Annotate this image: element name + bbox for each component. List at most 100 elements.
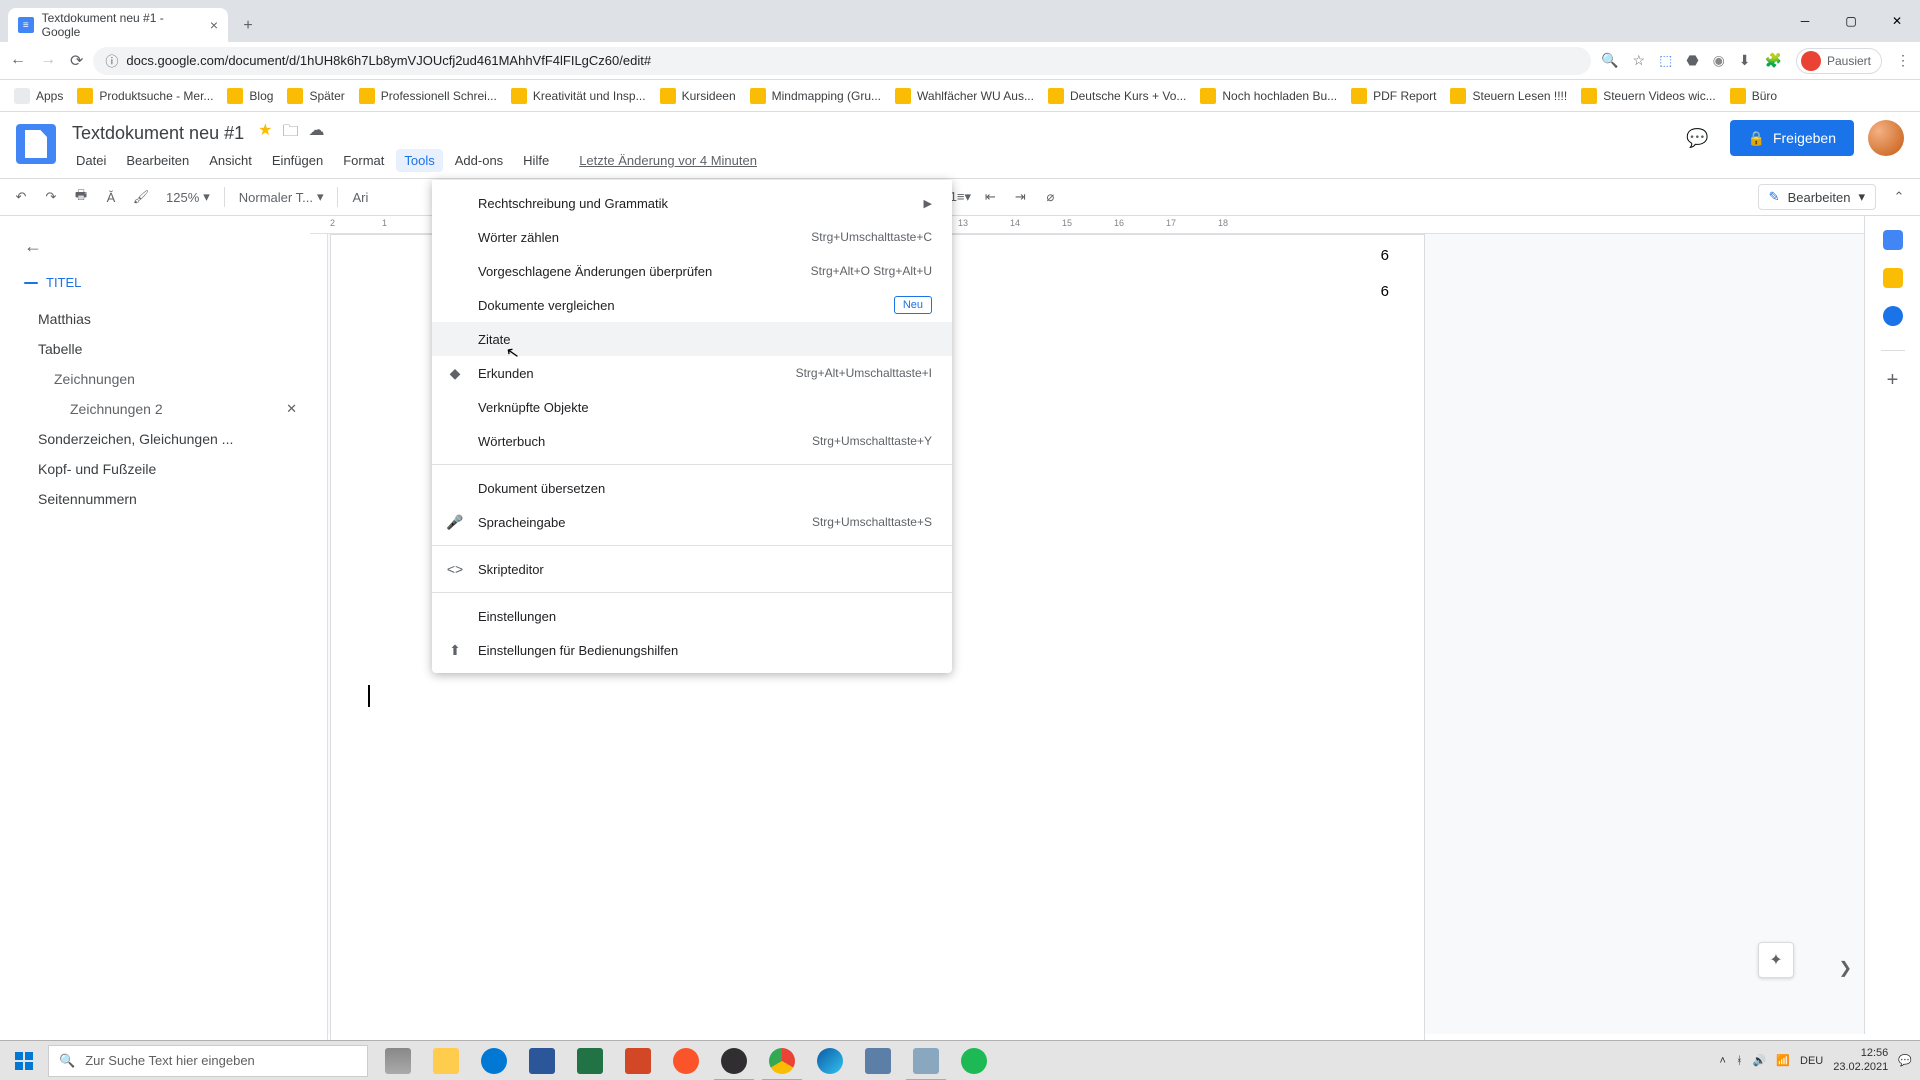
maximize-button[interactable]: ▢: [1828, 0, 1874, 42]
wifi-icon[interactable]: 📶: [1776, 1054, 1790, 1067]
comments-button[interactable]: 💬: [1680, 120, 1716, 156]
brave-button[interactable]: [662, 1041, 710, 1080]
numbered-list-button[interactable]: 1≡▾: [949, 186, 971, 208]
bookmark-item[interactable]: Steuern Videos wic...: [1581, 88, 1716, 104]
keep-addon-icon[interactable]: [1883, 268, 1903, 288]
menu-tools[interactable]: Tools: [396, 149, 442, 172]
menu-item[interactable]: Wörter zählenStrg+Umschalttaste+C: [432, 220, 952, 254]
bookmark-item[interactable]: Büro: [1730, 88, 1777, 104]
outline-item[interactable]: Matthias: [24, 304, 297, 334]
app-button-1[interactable]: [854, 1041, 902, 1080]
star-icon[interactable]: ★: [258, 120, 272, 147]
clear-format-button[interactable]: ⌀: [1039, 186, 1061, 208]
new-tab-button[interactable]: +: [234, 12, 262, 40]
cloud-status-icon[interactable]: ☁: [308, 120, 324, 147]
profile-button[interactable]: Pausiert: [1796, 48, 1882, 74]
tray-chevron-icon[interactable]: ˄: [1720, 1055, 1726, 1067]
paint-format-button[interactable]: 🖌: [130, 186, 152, 208]
menu-ansicht[interactable]: Ansicht: [201, 149, 260, 172]
chrome-menu-icon[interactable]: ⋮: [1896, 52, 1910, 69]
extension-icon-1[interactable]: ⬣: [1686, 52, 1698, 69]
share-button[interactable]: 🔒 Freigeben: [1730, 120, 1854, 156]
vertical-ruler[interactable]: [310, 234, 328, 1074]
last-edit-link[interactable]: Letzte Änderung vor 4 Minuten: [571, 149, 765, 172]
word-button[interactable]: [518, 1041, 566, 1080]
calendar-addon-icon[interactable]: [1883, 230, 1903, 250]
excel-button[interactable]: [566, 1041, 614, 1080]
taskbar-search[interactable]: 🔍 Zur Suche Text hier eingeben: [48, 1045, 368, 1077]
menu-item[interactable]: Dokument übersetzen: [432, 471, 952, 505]
decrease-indent-button[interactable]: ⇤: [979, 186, 1001, 208]
minimize-button[interactable]: ─: [1782, 0, 1828, 42]
task-view-button[interactable]: [374, 1041, 422, 1080]
bookmark-item[interactable]: Kursideen: [660, 88, 736, 104]
notifications-icon[interactable]: 💬: [1898, 1054, 1912, 1067]
obs-button[interactable]: [710, 1041, 758, 1080]
increase-indent-button[interactable]: ⇥: [1009, 186, 1031, 208]
chrome-button[interactable]: [758, 1041, 806, 1080]
editing-mode-dropdown[interactable]: ✎ Bearbeiten ▾: [1758, 184, 1876, 210]
translate-icon[interactable]: ⬚: [1659, 52, 1672, 69]
print-button[interactable]: 🖶: [70, 186, 92, 208]
app-button-2[interactable]: [902, 1041, 950, 1080]
document-title[interactable]: Textdokument neu #1: [68, 121, 248, 146]
outline-item[interactable]: Tabelle: [24, 334, 297, 364]
edge-legacy-button[interactable]: [470, 1041, 518, 1080]
bookmark-item[interactable]: Mindmapping (Gru...: [750, 88, 881, 104]
outline-item[interactable]: Zeichnungen: [24, 364, 297, 394]
get-addons-button[interactable]: +: [1887, 369, 1899, 392]
bookmark-item[interactable]: Später: [287, 88, 344, 104]
tab-close-icon[interactable]: ×: [210, 17, 218, 33]
menu-einfügen[interactable]: Einfügen: [264, 149, 331, 172]
spellcheck-button[interactable]: Ǎ: [100, 186, 122, 208]
menu-item[interactable]: 🎤SpracheingabeStrg+Umschalttaste+S: [432, 505, 952, 539]
menu-item[interactable]: Einstellungen: [432, 599, 952, 633]
bookmark-item[interactable]: Produktsuche - Mer...: [77, 88, 213, 104]
language-indicator[interactable]: DEU: [1800, 1055, 1823, 1067]
outline-back-button[interactable]: ←: [24, 236, 297, 257]
bluetooth-icon[interactable]: ᚼ: [1736, 1055, 1743, 1067]
menu-hilfe[interactable]: Hilfe: [515, 149, 557, 172]
bookmark-item[interactable]: Apps: [14, 88, 63, 104]
close-window-button[interactable]: ✕: [1874, 0, 1920, 42]
zoom-icon[interactable]: 🔍: [1601, 52, 1618, 69]
browser-tab[interactable]: ≡ Textdokument neu #1 - Google ×: [8, 8, 228, 42]
clock[interactable]: 12:56 23.02.2021: [1833, 1047, 1888, 1073]
paragraph-style-dropdown[interactable]: Normaler T... ▾: [233, 189, 330, 205]
menu-item[interactable]: Vorgeschlagene Änderungen überprüfenStrg…: [432, 254, 952, 288]
menu-add-ons[interactable]: Add-ons: [447, 149, 511, 172]
bookmark-star-icon[interactable]: ☆: [1633, 52, 1646, 69]
site-info-icon[interactable]: ⓘ: [105, 51, 118, 70]
move-icon[interactable]: 🗀: [282, 120, 298, 147]
font-dropdown[interactable]: Ari: [346, 190, 374, 205]
outline-item[interactable]: Seitennummern: [24, 484, 297, 514]
show-side-panel-button[interactable]: ❯: [1839, 958, 1852, 978]
outline-item[interactable]: Zeichnungen 2✕: [24, 394, 297, 424]
reload-button[interactable]: ⟳: [70, 51, 83, 71]
menu-bearbeiten[interactable]: Bearbeiten: [118, 149, 197, 172]
redo-button[interactable]: ↷: [40, 186, 62, 208]
outline-remove-icon[interactable]: ✕: [286, 401, 297, 417]
explore-button[interactable]: ✦: [1758, 942, 1794, 978]
bookmark-item[interactable]: PDF Report: [1351, 88, 1436, 104]
zoom-dropdown[interactable]: 125% ▾: [160, 189, 216, 205]
menu-item[interactable]: Verknüpfte Objekte: [432, 390, 952, 424]
undo-button[interactable]: ↶: [10, 186, 32, 208]
outline-title[interactable]: TITEL: [24, 275, 297, 290]
menu-item[interactable]: <>Skripteditor: [432, 552, 952, 586]
forward-button[interactable]: →: [40, 51, 56, 71]
extensions-menu-icon[interactable]: 🧩: [1765, 52, 1782, 69]
address-bar[interactable]: ⓘ docs.google.com/document/d/1hUH8k6h7Lb…: [93, 47, 1591, 75]
extension-icon-3[interactable]: ⬇: [1739, 52, 1751, 69]
start-button[interactable]: [0, 1041, 48, 1080]
bookmark-item[interactable]: Deutsche Kurs + Vo...: [1048, 88, 1186, 104]
menu-datei[interactable]: Datei: [68, 149, 114, 172]
menu-item[interactable]: Rechtschreibung und Grammatik▶: [432, 186, 952, 220]
menu-format[interactable]: Format: [335, 149, 392, 172]
outline-item[interactable]: Kopf- und Fußzeile: [24, 454, 297, 484]
file-explorer-button[interactable]: [422, 1041, 470, 1080]
bookmark-item[interactable]: Blog: [227, 88, 273, 104]
spotify-button[interactable]: [950, 1041, 998, 1080]
edge-button[interactable]: [806, 1041, 854, 1080]
account-avatar[interactable]: [1868, 120, 1904, 156]
